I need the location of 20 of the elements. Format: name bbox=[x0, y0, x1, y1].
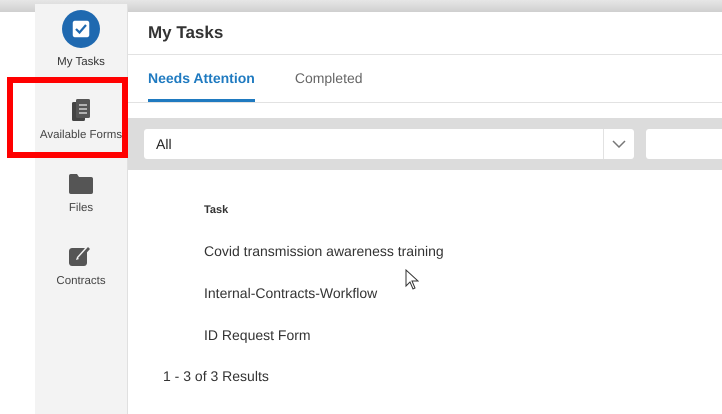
edit-icon bbox=[69, 244, 93, 267]
page-title: My Tasks bbox=[148, 22, 224, 44]
task-link[interactable]: Covid transmission awareness training bbox=[204, 222, 444, 262]
filter-dropdown[interactable]: All bbox=[144, 129, 634, 159]
results-summary: 1 - 3 of 3 Results bbox=[163, 367, 270, 386]
task-link[interactable]: Internal-Contracts-Workflow bbox=[204, 264, 378, 304]
chevron-down-icon bbox=[612, 140, 626, 148]
checkbox-icon bbox=[62, 10, 100, 48]
sidebar-item[interactable]: My Tasks bbox=[34, 4, 128, 77]
column-header: Task bbox=[204, 203, 230, 218]
mouse-cursor-icon bbox=[405, 269, 419, 290]
sidebar-item[interactable]: Files bbox=[34, 150, 128, 223]
tab[interactable]: Completed bbox=[294, 55, 363, 102]
tab[interactable]: Needs Attention bbox=[148, 55, 255, 102]
sidebar-item[interactable]: Contracts bbox=[34, 223, 128, 296]
search-field[interactable] bbox=[646, 129, 722, 159]
folder-icon bbox=[69, 174, 93, 194]
sidebar-item[interactable]: Available Forms bbox=[34, 77, 128, 150]
documents-icon bbox=[72, 98, 90, 121]
task-link[interactable]: ID Request Form bbox=[204, 306, 311, 346]
